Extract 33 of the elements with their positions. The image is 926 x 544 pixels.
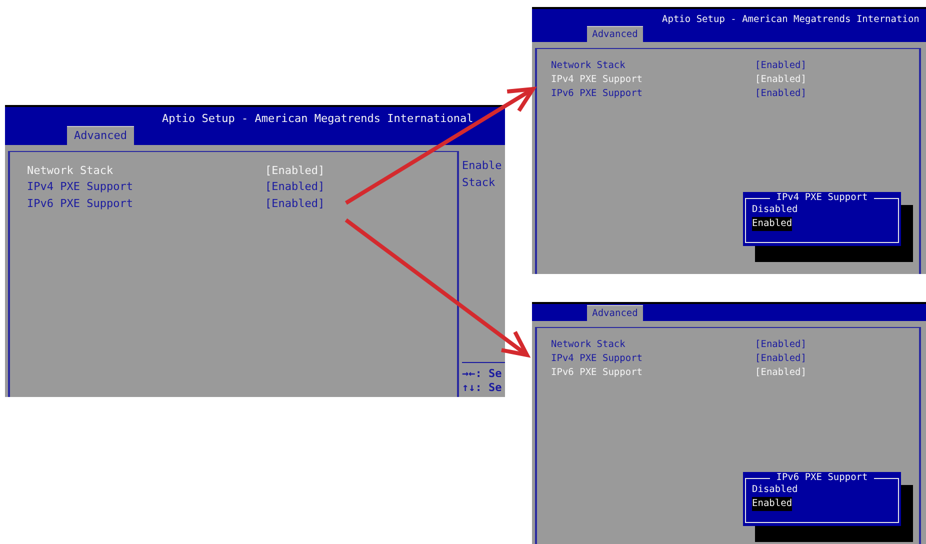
tab[interactable]: Advanced (67, 126, 134, 145)
setting-label[interactable]: IPv4 PXE Support (551, 352, 755, 364)
setting-value[interactable]: [Enabled] (755, 338, 806, 350)
window-title: Aptio Setup - American Megatrends Internation (662, 14, 920, 26)
setting-value[interactable]: [Enabled] (755, 60, 806, 70)
popup-option[interactable]: Disabled (752, 203, 798, 218)
setting-label[interactable]: Network Stack (551, 60, 755, 70)
key-hint: →←: Se (462, 367, 503, 381)
tab[interactable]: Advanced (587, 304, 643, 321)
setting-value[interactable]: [Enabled] (755, 88, 806, 98)
setting-value[interactable]: [Enabled] (265, 180, 325, 194)
help-text: Enable (462, 158, 503, 174)
popup-option[interactable]: Enabled (752, 497, 792, 512)
popup-title: IPv6 PXE Support (775, 473, 869, 484)
window-title: Aptio Setup - American Megatrends International (162, 112, 474, 126)
setting-label[interactable]: IPv4 PXE Support (27, 180, 265, 194)
setting-value[interactable]: [Enabled] (755, 74, 806, 84)
setting-value[interactable]: [Enabled] (265, 164, 325, 177)
popup-title: IPv4 PXE Support (775, 193, 869, 204)
popup-option[interactable]: Disabled (752, 483, 798, 498)
help-text: Stack (462, 174, 496, 190)
setting-label[interactable]: IPv6 PXE Support (551, 88, 755, 98)
setting-value[interactable]: [Enabled] (755, 366, 806, 378)
setting-label[interactable]: IPv6 PXE Support (551, 366, 755, 378)
tab[interactable]: Advanced (587, 26, 643, 42)
setting-label[interactable]: IPv4 PXE Support (551, 74, 755, 84)
setting-label[interactable]: IPv6 PXE Support (27, 196, 265, 210)
setting-value[interactable]: [Enabled] (755, 352, 806, 364)
popup-option[interactable]: Enabled (752, 217, 792, 232)
key-hint: ↑↓: Se (462, 381, 503, 395)
setting-label[interactable]: Network Stack (551, 338, 755, 350)
setting-label[interactable]: Network Stack (27, 164, 265, 177)
setting-value[interactable]: [Enabled] (265, 196, 325, 210)
